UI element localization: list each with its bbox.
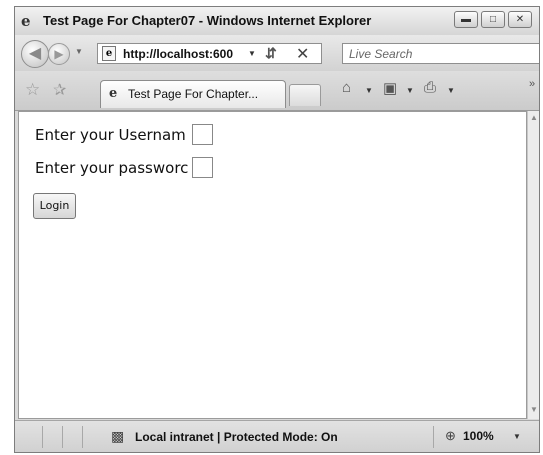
minimize-icon: ▬: [461, 14, 471, 25]
vertical-scrollbar[interactable]: ▲ ▼: [527, 111, 539, 419]
maximize-button[interactable]: □: [481, 11, 505, 28]
rss-dropdown-icon[interactable]: ▼: [406, 86, 414, 95]
zoom-level[interactable]: 100%: [463, 429, 494, 443]
home-icon[interactable]: ⌂: [342, 79, 351, 96]
maximize-icon: □: [489, 14, 497, 25]
username-input[interactable]: [192, 124, 213, 145]
scroll-down-icon[interactable]: ▼: [530, 405, 538, 414]
close-icon: ✕: [515, 14, 525, 25]
password-input[interactable]: [192, 157, 213, 178]
status-divider: [42, 426, 43, 448]
print-icon[interactable]: ⎙: [424, 79, 436, 96]
security-zone-text[interactable]: Local intranet | Protected Mode: On: [135, 430, 338, 444]
login-button[interactable]: Login: [33, 193, 76, 219]
close-button[interactable]: ✕: [508, 11, 532, 28]
tab-bar: ☆ ✰ e Test Page For Chapter... ⌂ ▼ ▣ ▼ ⎙…: [15, 71, 539, 111]
ie-logo-icon: e: [21, 12, 31, 30]
zoom-dropdown-icon[interactable]: ▼: [513, 432, 521, 441]
window-title: Test Page For Chapter07 - Windows Intern…: [43, 13, 372, 28]
forward-button[interactable]: ▶: [48, 43, 70, 65]
status-divider: [62, 426, 63, 448]
address-dropdown-icon[interactable]: ▼: [248, 49, 256, 58]
username-label: Enter your Usernam: [35, 125, 186, 144]
back-arrow-icon: ◀: [28, 45, 42, 62]
status-bar: ▩ Local intranet | Protected Mode: On ⊕ …: [15, 420, 539, 452]
scroll-up-icon[interactable]: ▲: [530, 113, 538, 122]
print-dropdown-icon[interactable]: ▼: [447, 86, 455, 95]
browser-window: e Test Page For Chapter07 - Windows Inte…: [14, 6, 540, 453]
ie-logo-icon: e: [109, 86, 118, 101]
tab-test-page[interactable]: e Test Page For Chapter...: [100, 80, 286, 108]
address-toolbar: ◀ ▶ ▼ e http://localhost:600 ▼ ⇵ ✕ Live …: [15, 35, 539, 71]
address-bar[interactable]: e http://localhost:600 ▼ ⇵ ✕: [97, 43, 322, 64]
status-divider: [433, 426, 434, 448]
username-row: Enter your Usernam: [35, 124, 213, 145]
password-row: Enter your passworc: [35, 157, 213, 178]
intranet-zone-icon: ▩: [111, 428, 125, 444]
rss-feed-icon[interactable]: ▣: [383, 79, 397, 97]
forward-arrow-icon: ▶: [54, 47, 64, 61]
chevron-more-icon[interactable]: »: [529, 78, 535, 90]
home-dropdown-icon[interactable]: ▼: [365, 86, 373, 95]
page-content: Enter your Usernam Enter your passworc L…: [18, 111, 527, 419]
status-divider: [82, 426, 83, 448]
tab-label: Test Page For Chapter...: [128, 87, 259, 101]
add-favorites-icon[interactable]: ✰: [53, 80, 66, 100]
minimize-button[interactable]: ▬: [454, 11, 478, 28]
stop-icon[interactable]: ✕: [296, 44, 309, 64]
back-button[interactable]: ◀: [21, 40, 49, 68]
zoom-icon[interactable]: ⊕: [445, 428, 456, 444]
address-input[interactable]: http://localhost:600: [123, 47, 233, 61]
password-label: Enter your passworc: [35, 158, 189, 177]
refresh-icon[interactable]: ⇵: [265, 45, 277, 62]
search-input[interactable]: Live Search: [342, 43, 539, 64]
favorites-star-icon[interactable]: ☆: [25, 80, 40, 100]
new-tab-button[interactable]: [289, 84, 321, 106]
title-bar[interactable]: e Test Page For Chapter07 - Windows Inte…: [15, 7, 539, 35]
recent-pages-dropdown-icon[interactable]: ▼: [75, 47, 83, 56]
page-icon: e: [102, 46, 116, 61]
